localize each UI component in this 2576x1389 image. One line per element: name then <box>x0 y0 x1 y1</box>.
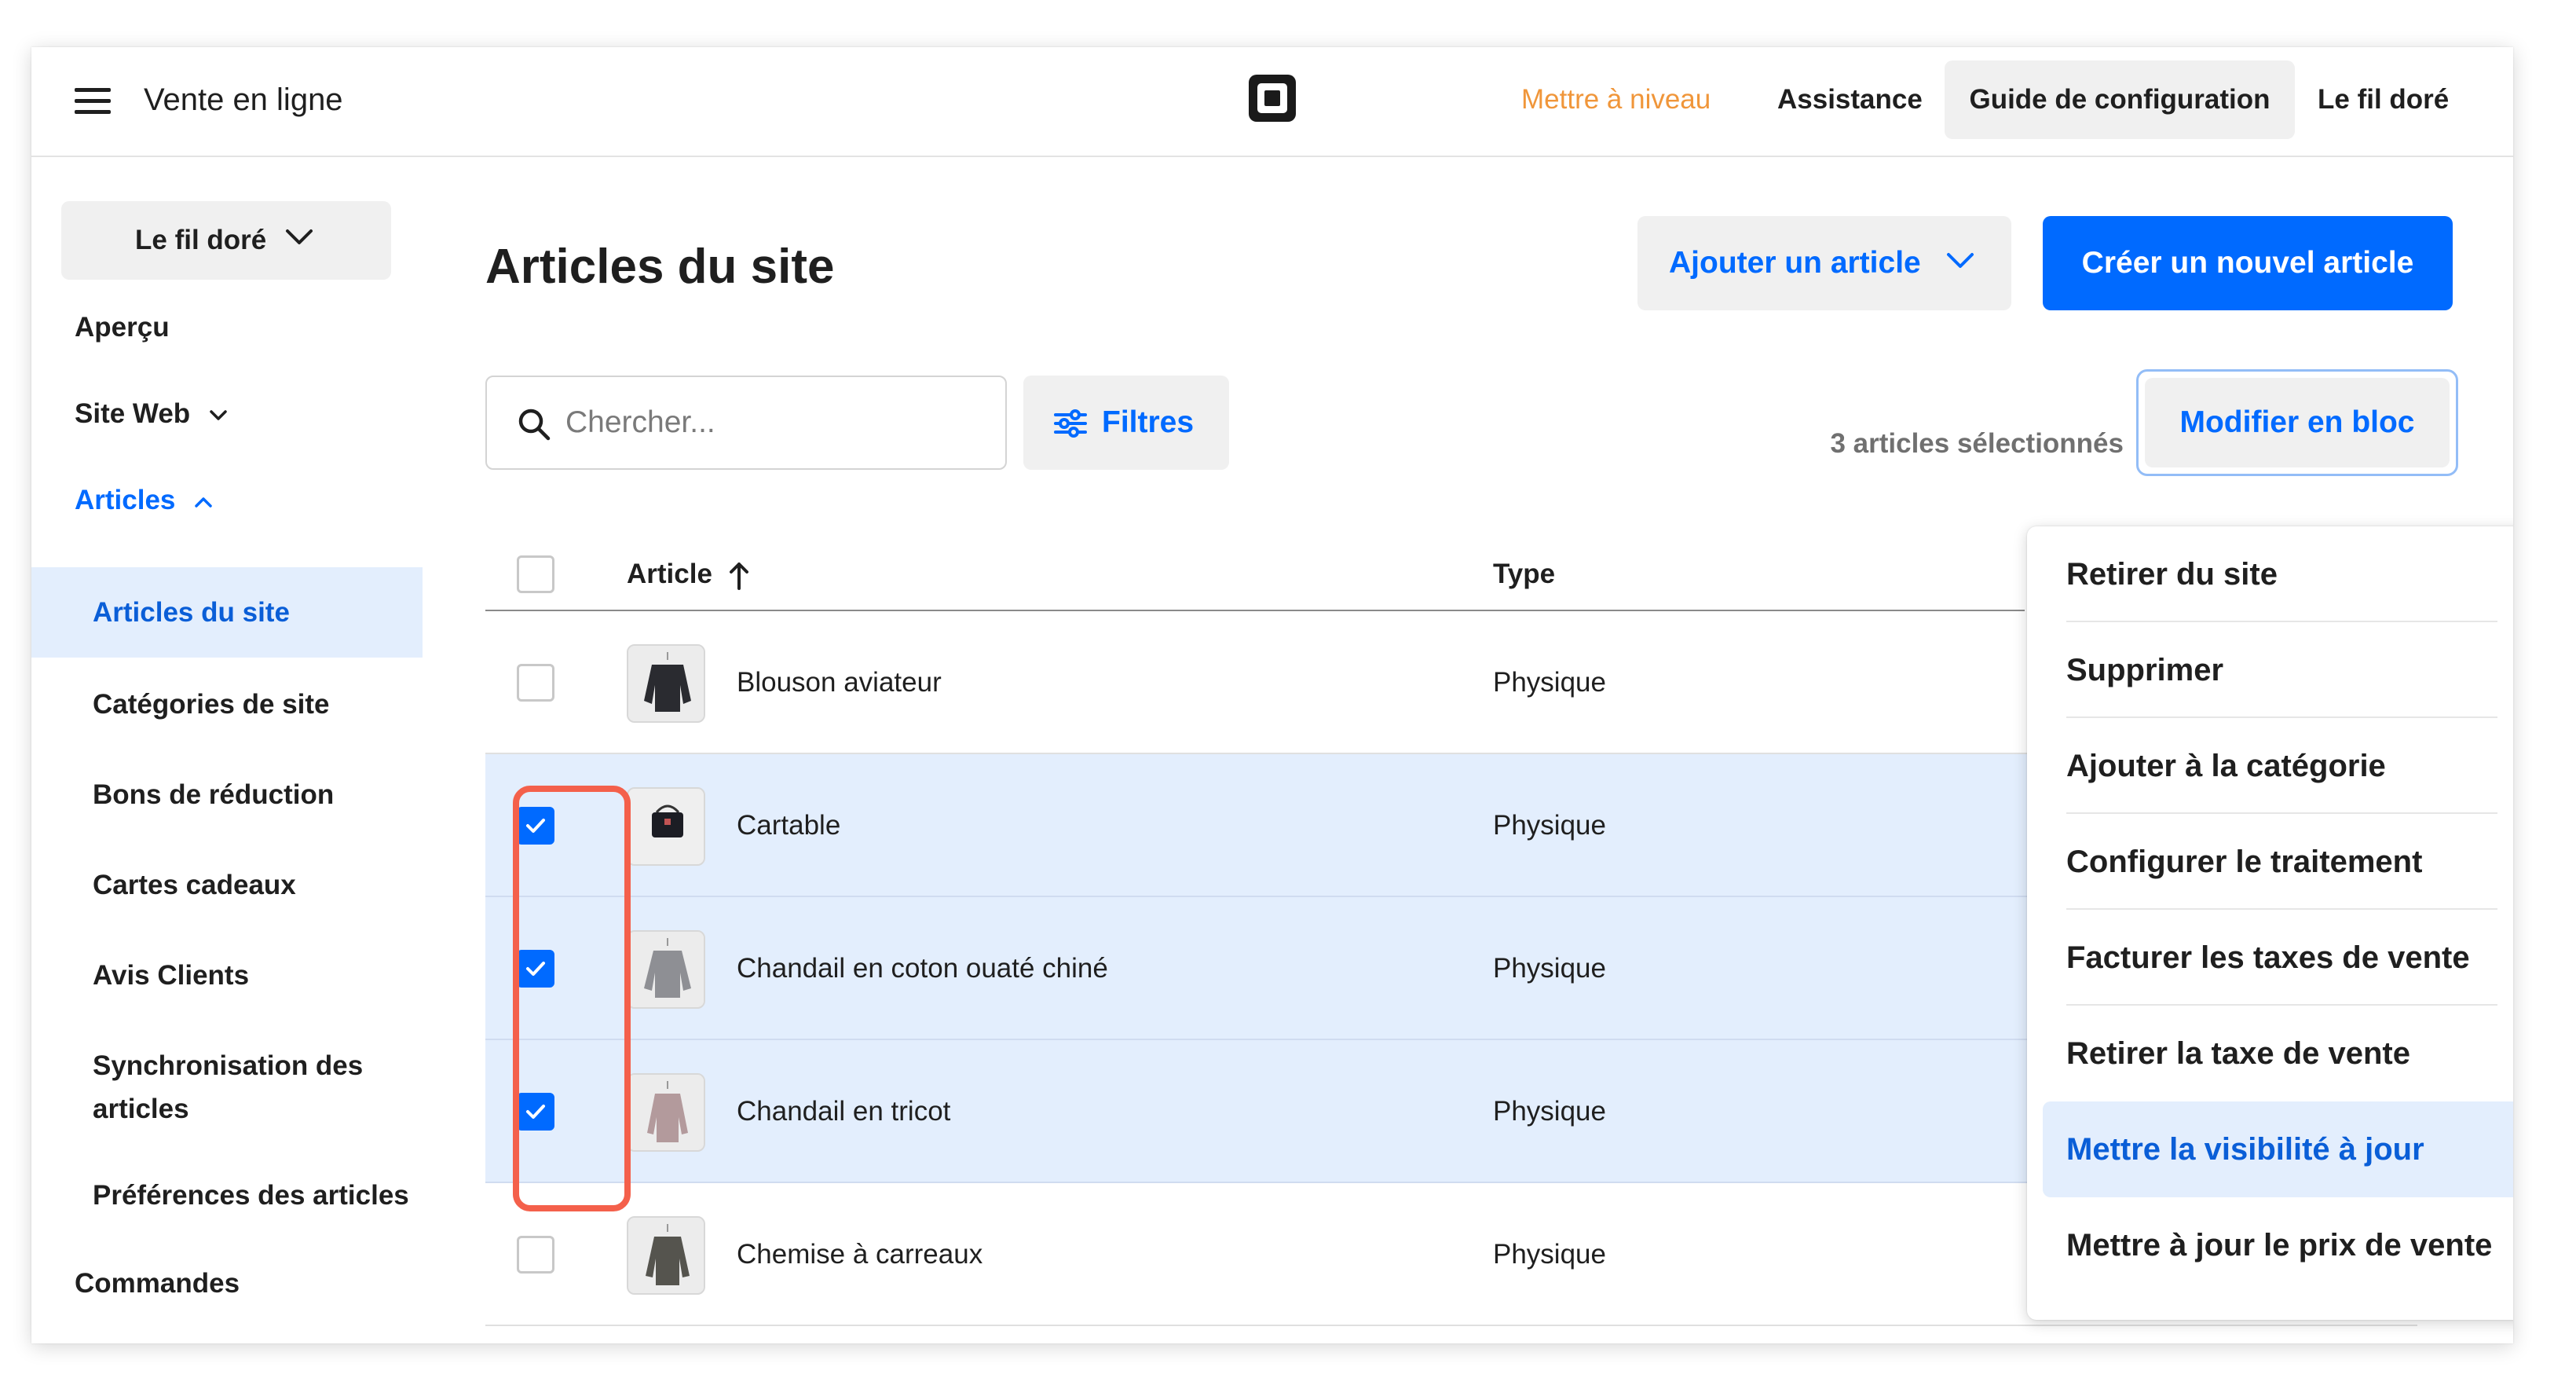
checkmark-icon <box>526 1105 545 1119</box>
plaid-shirt-image <box>628 1218 704 1293</box>
upgrade-link[interactable]: Mettre à niveau <box>1521 80 1711 119</box>
top-bar: Vente en ligne Mettre à niveau Assistanc… <box>31 47 2513 157</box>
chevron-up-icon <box>195 497 212 508</box>
menu-item-update-visibility[interactable]: Mettre la visibilité à jour <box>2027 1101 2513 1197</box>
sidebar-subitem-site-categories[interactable]: Catégories de site <box>31 683 423 726</box>
chevron-down-icon <box>210 410 227 420</box>
item-type: Physique <box>1493 1239 1606 1270</box>
table-header: Article Type <box>485 534 2025 611</box>
row-checkbox[interactable] <box>517 1236 554 1274</box>
support-link[interactable]: Assistance <box>1777 80 1923 119</box>
filters-sliders-icon <box>1054 409 1087 438</box>
account-menu[interactable]: Le fil doré <box>2318 80 2449 119</box>
product-thumbnail <box>627 1216 705 1295</box>
menu-item-remove-from-site[interactable]: Retirer du site <box>2027 526 2513 622</box>
product-thumbnail <box>627 1073 705 1152</box>
app-window: Vente en ligne Mettre à niveau Assistanc… <box>31 47 2513 1343</box>
sidebar-item-orders[interactable]: Commandes <box>75 1264 240 1303</box>
menu-item-label: Ajouter à la catégorie <box>2066 749 2386 783</box>
column-header-item-label: Article <box>627 559 712 589</box>
checkmark-icon <box>526 962 545 976</box>
item-type: Physique <box>1493 810 1606 841</box>
product-thumbnail <box>627 644 705 723</box>
sidebar-item-label: Site Web <box>75 398 191 429</box>
setup-guide-button[interactable]: Guide de configuration <box>1945 60 2295 139</box>
item-type: Physique <box>1493 1096 1606 1127</box>
item-type: Physique <box>1493 953 1606 984</box>
item-name[interactable]: Blouson aviateur <box>737 663 942 702</box>
square-logo-icon[interactable] <box>1247 73 1297 123</box>
page-title: Articles du site <box>485 240 835 294</box>
row-checkbox[interactable] <box>517 664 554 702</box>
filters-button[interactable]: Filtres <box>1023 376 1229 470</box>
app-title: Vente en ligne <box>144 82 343 117</box>
sort-ascending-arrow-icon <box>729 562 748 590</box>
satchel-bag-image <box>628 789 704 864</box>
item-name[interactable]: Chandail en coton ouaté chiné <box>737 949 1108 988</box>
sidebar-item-overview[interactable]: Aperçu <box>75 308 170 347</box>
menu-item-label: Mettre la visibilité à jour <box>2066 1132 2424 1167</box>
row-checkbox[interactable] <box>517 1093 554 1131</box>
menu-item-charge-sales-tax[interactable]: Facturer les taxes de vente <box>2027 910 2513 1006</box>
hamburger-menu-icon[interactable] <box>75 85 111 116</box>
selected-count-text: 3 articles sélectionnés <box>1830 428 2124 459</box>
add-item-button[interactable]: Ajouter un article <box>1637 216 2011 310</box>
menu-item-label: Retirer du site <box>2066 557 2278 592</box>
site-selector-dropdown[interactable]: Le fil doré <box>61 201 391 280</box>
sidebar-item-label: Articles <box>75 485 176 515</box>
chevron-down-icon <box>1947 253 1974 268</box>
checkmark-icon <box>526 819 545 833</box>
create-item-button[interactable]: Créer un nouvel article <box>2043 216 2453 310</box>
row-checkbox[interactable] <box>517 807 554 845</box>
search-box <box>485 376 1007 470</box>
menu-item-configure-fulfillment[interactable]: Configurer le traitement <box>2027 814 2513 910</box>
menu-item-add-to-category[interactable]: Ajouter à la catégorie <box>2027 718 2513 814</box>
sidebar-subitem-item-sync[interactable]: Synchronisation des articles <box>31 1044 401 1131</box>
sidebar-item-website[interactable]: Site Web <box>75 394 228 434</box>
product-thumbnail <box>627 930 705 1009</box>
bulk-edit-menu: Retirer du site Supprimer Ajouter à la c… <box>2027 526 2513 1320</box>
product-thumbnail <box>627 787 705 866</box>
item-name[interactable]: Cartable <box>737 806 840 845</box>
sidebar-subitem-gift-cards[interactable]: Cartes cadeaux <box>31 863 423 907</box>
knit-sweater-image <box>628 1075 704 1150</box>
add-item-label: Ajouter un article <box>1669 246 1921 280</box>
site-selector-label: Le fil doré <box>135 225 267 255</box>
bomber-jacket-image <box>628 646 704 721</box>
bulk-edit-label: Modifier en bloc <box>2145 378 2450 467</box>
menu-item-label: Mettre à jour le prix de vente <box>2066 1228 2493 1263</box>
search-icon <box>518 409 551 441</box>
bulk-edit-button[interactable]: Modifier en bloc <box>2136 369 2458 476</box>
menu-item-label: Configurer le traitement <box>2066 845 2423 879</box>
heather-sweatshirt-image <box>628 932 704 1007</box>
sidebar-item-articles[interactable]: Articles <box>75 481 213 520</box>
sidebar-subitem-customer-reviews[interactable]: Avis Clients <box>31 954 423 997</box>
item-name[interactable]: Chandail en tricot <box>737 1092 950 1131</box>
menu-item-update-sale-price[interactable]: Mettre à jour le prix de vente <box>2027 1197 2513 1293</box>
column-header-type[interactable]: Type <box>1493 555 1555 594</box>
menu-item-label: Retirer la taxe de vente <box>2066 1036 2410 1071</box>
sidebar-subitem-coupons[interactable]: Bons de réduction <box>31 773 423 816</box>
menu-item-remove-sales-tax[interactable]: Retirer la taxe de vente <box>2027 1006 2513 1101</box>
chevron-down-icon <box>286 229 313 244</box>
filters-label: Filtres <box>1102 405 1195 439</box>
item-name[interactable]: Chemise à carreaux <box>737 1235 982 1274</box>
menu-item-delete[interactable]: Supprimer <box>2027 622 2513 718</box>
select-all-checkbox[interactable] <box>517 555 554 593</box>
item-type: Physique <box>1493 667 1606 698</box>
menu-item-label: Facturer les taxes de vente <box>2066 940 2470 975</box>
row-checkbox[interactable] <box>517 950 554 988</box>
search-input[interactable] <box>564 401 988 445</box>
sidebar-subitem-item-preferences[interactable]: Préférences des articles <box>31 1174 423 1217</box>
menu-item-label: Supprimer <box>2066 653 2224 687</box>
sidebar-subitem-site-items[interactable]: Articles du site <box>31 567 423 658</box>
column-header-item[interactable]: Article <box>627 555 750 594</box>
